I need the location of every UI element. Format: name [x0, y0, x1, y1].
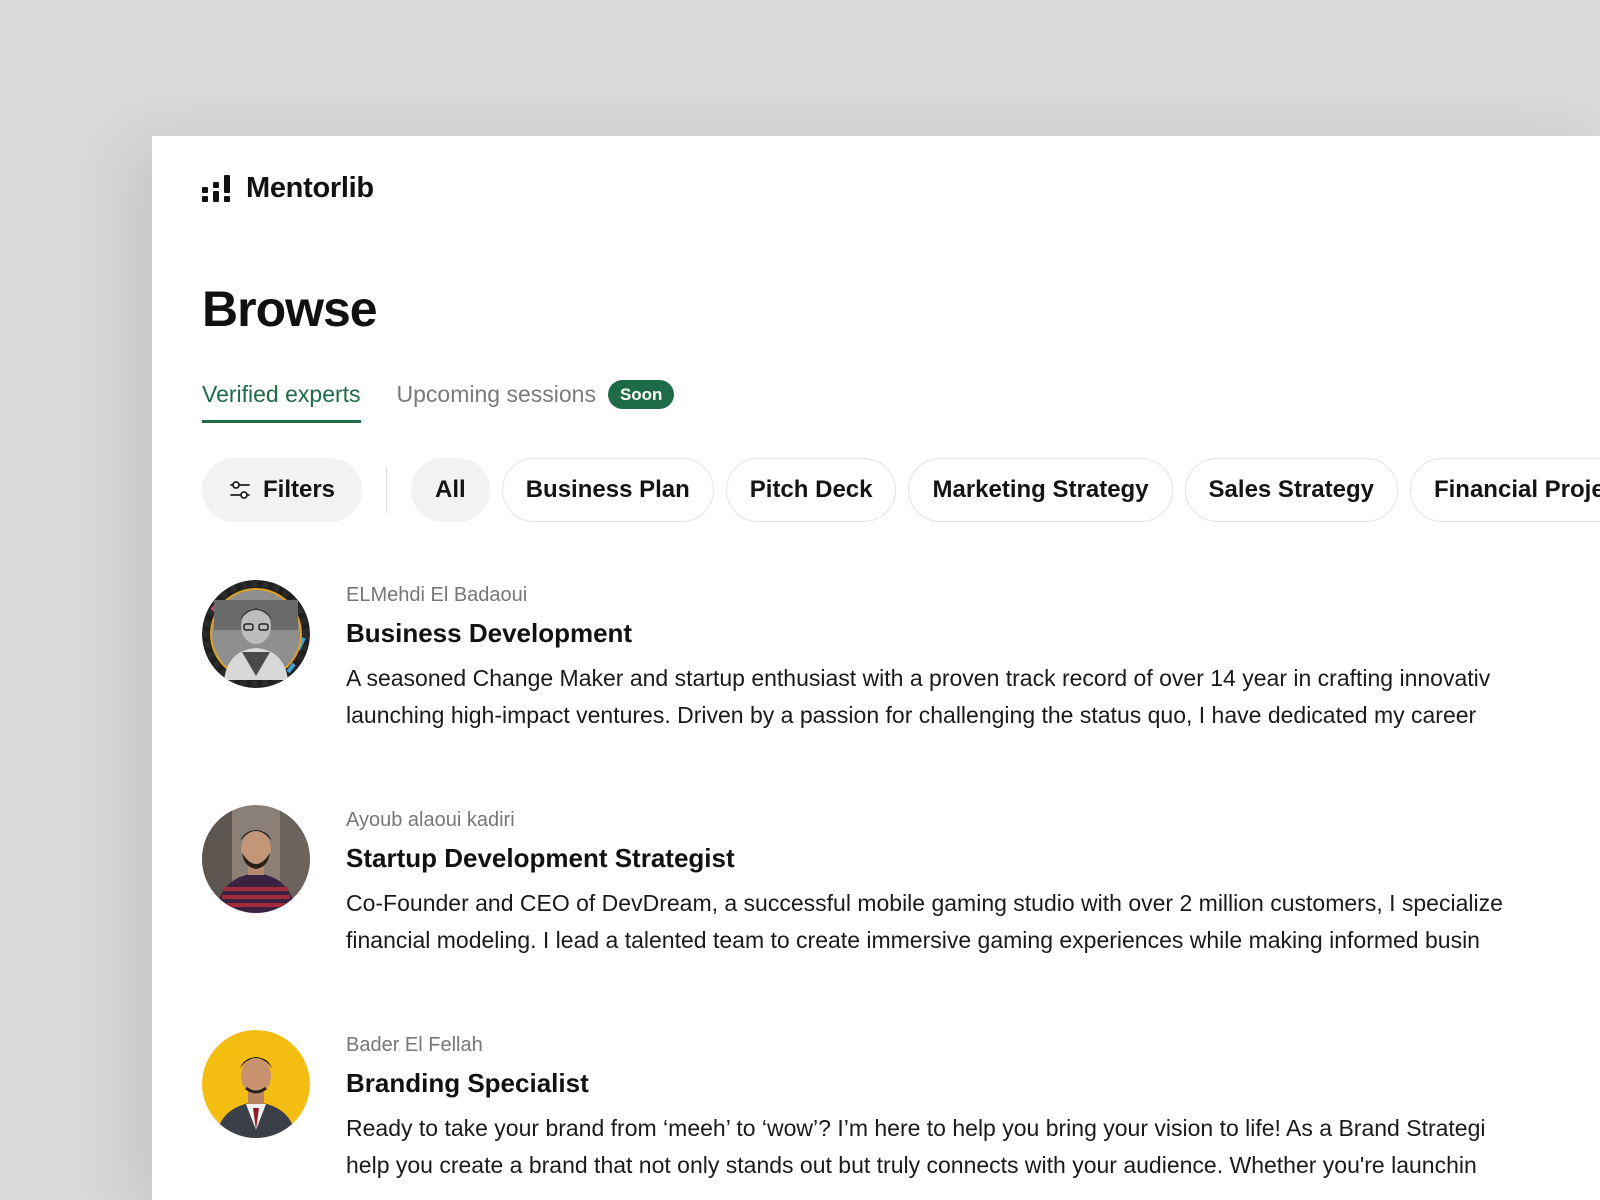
- category-chip-financial-projections[interactable]: Financial Proje: [1409, 458, 1600, 522]
- mentor-role: Startup Development Strategist: [346, 843, 735, 873]
- mentor-info: Bader El Fellah Branding Specialist Read…: [346, 1032, 1486, 1184]
- app-window: Mentorlib Browse Verified experts Upcomi…: [152, 136, 1600, 1200]
- filter-bar: Filters All Business Plan Pitch Deck Mar…: [202, 458, 1600, 522]
- category-chip-marketing-strategy[interactable]: Marketing Strategy: [908, 458, 1173, 522]
- mentor-photo-icon: [202, 1030, 310, 1138]
- mentor-card[interactable]: Ayoub alaoui kadiri Startup Development …: [202, 805, 1600, 1030]
- mentor-name: Bader El Fellah: [346, 1034, 483, 1056]
- bio-line: launching high-impact ventures. Driven b…: [346, 702, 1477, 728]
- bio-line: Co-Founder and CEO of DevDream, a succes…: [346, 890, 1503, 916]
- mentor-bio: Ready to take your brand from ‘meeh’ to …: [346, 1110, 1486, 1184]
- bio-line: financial modeling. I lead a talented te…: [346, 927, 1480, 953]
- bio-line: help you create a brand that not only st…: [346, 1152, 1477, 1178]
- avatar[interactable]: [202, 580, 310, 688]
- bars-logo-icon: [202, 174, 230, 202]
- category-chip-all[interactable]: All: [411, 458, 490, 522]
- filters-button[interactable]: Filters: [202, 458, 363, 522]
- avatar[interactable]: [202, 1030, 310, 1138]
- category-chip-pitch-deck[interactable]: Pitch Deck: [725, 458, 897, 522]
- brand[interactable]: Mentorlib: [202, 172, 374, 205]
- mentor-photo-icon: [202, 805, 310, 913]
- soon-badge: Soon: [607, 380, 675, 409]
- bio-line: A seasoned Change Maker and startup enth…: [346, 665, 1491, 691]
- mentor-info: ELMehdi El Badaoui Business Development …: [346, 582, 1490, 734]
- mentor-info: Ayoub alaoui kadiri Startup Development …: [346, 807, 1503, 959]
- page-title: Browse: [202, 281, 378, 337]
- browse-tabs: Verified experts Upcoming sessions Soon: [202, 380, 675, 424]
- tab-label: Verified experts: [202, 381, 361, 407]
- mentor-card[interactable]: Bader El Fellah Branding Specialist Read…: [202, 1030, 1600, 1200]
- tab-verified-experts[interactable]: Verified experts: [202, 381, 361, 423]
- mentor-name: Ayoub alaoui kadiri: [346, 809, 515, 831]
- mentor-bio: A seasoned Change Maker and startup enth…: [346, 660, 1490, 734]
- mentor-card[interactable]: ELMehdi El Badaoui Business Development …: [202, 580, 1600, 805]
- tab-upcoming-sessions[interactable]: Upcoming sessions Soon: [397, 380, 675, 424]
- mentor-bio: Co-Founder and CEO of DevDream, a succes…: [346, 885, 1503, 959]
- divider: [386, 467, 388, 513]
- category-chip-business-plan[interactable]: Business Plan: [501, 458, 714, 522]
- bio-line: Ready to take your brand from ‘meeh’ to …: [346, 1115, 1486, 1141]
- mentor-photo-icon: [202, 580, 310, 688]
- category-chip-sales-strategy[interactable]: Sales Strategy: [1184, 458, 1398, 522]
- mentor-list: ELMehdi El Badaoui Business Development …: [202, 580, 1600, 1200]
- sliders-icon: [230, 481, 250, 499]
- mentor-role: Branding Specialist: [346, 1068, 589, 1098]
- brand-name: Mentorlib: [246, 172, 374, 204]
- mentor-name: ELMehdi El Badaoui: [346, 584, 528, 606]
- tab-label: Upcoming sessions: [396, 381, 596, 407]
- avatar[interactable]: [202, 805, 310, 913]
- mentor-role: Business Development: [346, 618, 633, 648]
- filters-label: Filters: [263, 476, 336, 503]
